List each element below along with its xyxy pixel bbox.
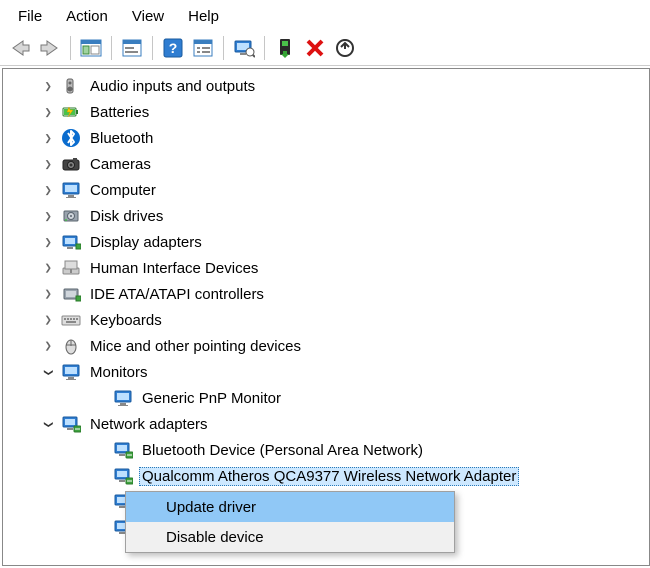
keyboard-icon (61, 310, 81, 330)
speaker-icon (61, 76, 81, 96)
uninstall-device-button[interactable] (331, 35, 359, 61)
network-icon (113, 440, 133, 460)
tree-node[interactable]: Network adapters (3, 411, 649, 437)
property-sheet-icon (192, 39, 214, 57)
tree-node-label: Qualcomm Atheros QCA9377 Wireless Networ… (139, 467, 519, 486)
context-menu: Update driver Disable device (125, 491, 455, 553)
network-icon (61, 414, 81, 434)
disable-device-icon (305, 38, 325, 58)
menubar: File Action View Help (0, 0, 650, 31)
toolbar-separator (111, 36, 112, 60)
tree-node-label: Computer (87, 181, 159, 200)
tree-node-label: Cameras (87, 155, 154, 174)
context-update-driver[interactable]: Update driver (126, 492, 454, 522)
tree-node-label: IDE ATA/ATAPI controllers (87, 285, 267, 304)
tree-node-label: Audio inputs and outputs (87, 77, 258, 96)
enable-device-icon (276, 38, 294, 58)
show-hide-tree-icon (80, 39, 102, 57)
tree-node[interactable]: Keyboards (3, 307, 649, 333)
properties-button[interactable] (118, 35, 146, 61)
show-hide-tree-button[interactable] (77, 35, 105, 61)
tree-node-label: Human Interface Devices (87, 259, 261, 278)
camera-icon (61, 154, 81, 174)
tree-node[interactable]: Mice and other pointing devices (3, 333, 649, 359)
monitor-icon (113, 388, 133, 408)
tree-node[interactable]: Generic PnP Monitor (3, 385, 649, 411)
toolbar-separator (223, 36, 224, 60)
chevron-right-icon[interactable] (41, 313, 55, 327)
chevron-right-icon[interactable] (41, 209, 55, 223)
back-button[interactable] (6, 35, 34, 61)
uninstall-device-icon (335, 38, 355, 58)
tree-node-label: Bluetooth (87, 129, 156, 148)
disk-icon (61, 206, 81, 226)
chevron-right-icon[interactable] (41, 157, 55, 171)
tree-node[interactable]: IDE ATA/ATAPI controllers (3, 281, 649, 307)
chevron-right-icon[interactable] (41, 339, 55, 353)
bluetooth-icon (61, 128, 81, 148)
help-button[interactable]: ? (159, 35, 187, 61)
tree-node-label: Monitors (87, 363, 151, 382)
monitor-icon (61, 362, 81, 382)
toolbar: ? (0, 31, 650, 66)
tree-node-label: Generic PnP Monitor (139, 389, 284, 408)
scan-hardware-button[interactable] (230, 35, 258, 61)
tree-node-label: Keyboards (87, 311, 165, 330)
menu-help[interactable]: Help (176, 4, 231, 29)
svg-text:?: ? (169, 40, 178, 56)
forward-icon (39, 39, 61, 57)
tree-node-label: Batteries (87, 103, 152, 122)
tree-node[interactable]: Bluetooth (3, 125, 649, 151)
properties-icon (121, 39, 143, 57)
chevron-right-icon[interactable] (41, 79, 55, 93)
tree-node[interactable]: Disk drives (3, 203, 649, 229)
toolbar-separator (152, 36, 153, 60)
tree-node-label: Disk drives (87, 207, 166, 226)
menu-view[interactable]: View (120, 4, 176, 29)
tree-node[interactable]: Cameras (3, 151, 649, 177)
tree-node[interactable]: Bluetooth Device (Personal Area Network) (3, 437, 649, 463)
hid-icon (61, 258, 81, 278)
mouse-icon (61, 336, 81, 356)
chevron-right-icon[interactable] (41, 261, 55, 275)
tree-node[interactable]: Human Interface Devices (3, 255, 649, 281)
toolbar-separator (264, 36, 265, 60)
menu-action[interactable]: Action (54, 4, 120, 29)
chevron-down-icon[interactable] (41, 417, 55, 431)
tree-node[interactable]: Batteries (3, 99, 649, 125)
scan-hardware-icon (233, 38, 255, 58)
chevron-right-icon[interactable] (41, 287, 55, 301)
chevron-right-icon[interactable] (41, 235, 55, 249)
chevron-right-icon[interactable] (41, 183, 55, 197)
toolbar-separator (70, 36, 71, 60)
tree-node-label: Display adapters (87, 233, 205, 252)
back-icon (9, 39, 31, 57)
device-tree[interactable]: Audio inputs and outputs Batteries Bluetoo… (2, 68, 650, 566)
tree-node[interactable]: Monitors (3, 359, 649, 385)
display-adapter-icon (61, 232, 81, 252)
network-icon (113, 466, 133, 486)
tree-node[interactable]: Audio inputs and outputs (3, 73, 649, 99)
tree-node-label: Network adapters (87, 415, 211, 434)
tree-node[interactable]: Computer (3, 177, 649, 203)
chevron-right-icon[interactable] (41, 131, 55, 145)
battery-icon (61, 102, 81, 122)
chevron-right-icon[interactable] (41, 105, 55, 119)
help-icon: ? (163, 38, 183, 58)
computer-icon (61, 180, 81, 200)
tree-node-label: Bluetooth Device (Personal Area Network) (139, 441, 426, 460)
menu-file[interactable]: File (6, 4, 54, 29)
enable-device-button[interactable] (271, 35, 299, 61)
disable-device-button[interactable] (301, 35, 329, 61)
tree-node[interactable]: Qualcomm Atheros QCA9377 Wireless Networ… (3, 463, 649, 489)
property-sheet-button[interactable] (189, 35, 217, 61)
tree-node[interactable]: Display adapters (3, 229, 649, 255)
forward-button[interactable] (36, 35, 64, 61)
chevron-down-icon[interactable] (41, 365, 55, 379)
tree-node-label: Mice and other pointing devices (87, 337, 304, 356)
context-disable-device[interactable]: Disable device (126, 522, 454, 552)
ide-icon (61, 284, 81, 304)
